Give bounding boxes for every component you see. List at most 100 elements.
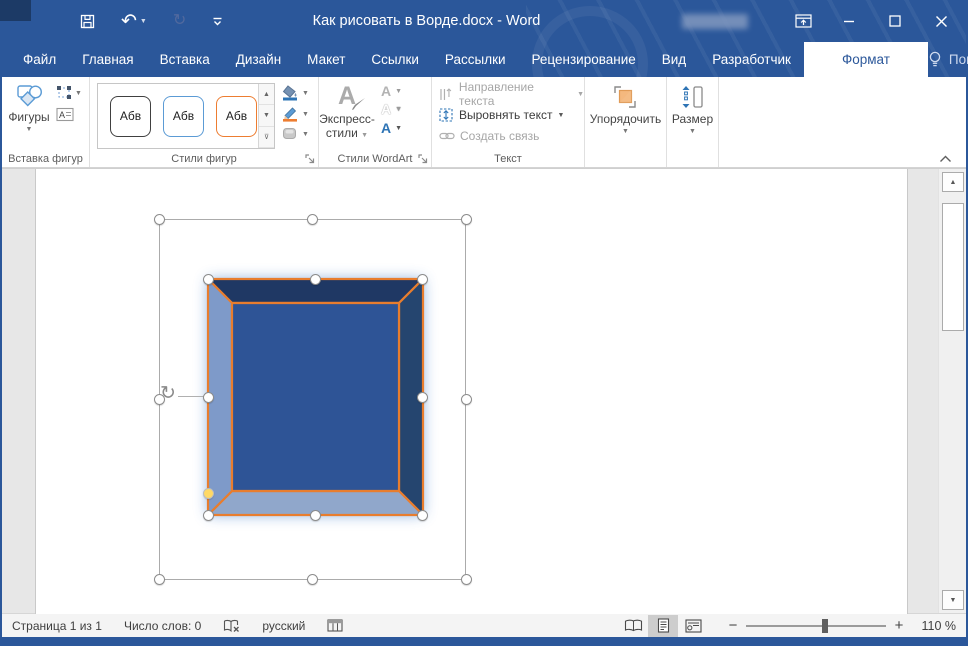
minimize-button[interactable]	[832, 0, 866, 42]
text-outline-button[interactable]: А ▼	[381, 101, 402, 117]
scroll-down-button[interactable]: ▼	[942, 590, 964, 610]
arrange-button[interactable]: Упорядочить ▼	[590, 82, 661, 135]
text-effects-button[interactable]: А ▼	[381, 120, 402, 136]
text-box-button[interactable]: A	[56, 107, 82, 122]
tab-references[interactable]: Ссылки	[358, 42, 432, 77]
read-mode-button[interactable]	[618, 615, 648, 637]
scrollbar-thumb[interactable]	[942, 203, 964, 331]
tab-review[interactable]: Рецензирование	[519, 42, 649, 77]
proofing-status[interactable]	[223, 619, 240, 633]
undo-button[interactable]: ↶ ▼	[121, 12, 147, 31]
maximize-button[interactable]	[878, 0, 912, 42]
shape-style-preset-3[interactable]: Абв	[216, 95, 257, 137]
zoom-slider-track[interactable]	[746, 624, 886, 627]
outer-resize-handle-7[interactable]	[306, 573, 318, 585]
shape-resize-handle-1[interactable]	[202, 273, 214, 285]
scroll-up-button[interactable]: ▲	[942, 172, 964, 192]
group-label-insert-shapes: Вставка фигур	[8, 153, 83, 165]
shape-adjust-handle[interactable]	[202, 487, 214, 499]
gallery-down-button[interactable]: ▼	[259, 105, 274, 127]
shape-resize-handle-3[interactable]	[416, 273, 428, 285]
create-link-button[interactable]: Создать связь	[432, 125, 584, 146]
bevel-shape[interactable]	[183, 254, 448, 540]
outer-resize-handle-6[interactable]	[153, 573, 165, 585]
shape-style-preset-2[interactable]: Абв	[163, 95, 204, 137]
tab-view[interactable]: Вид	[649, 42, 699, 77]
tab-insert[interactable]: Вставка	[147, 42, 223, 77]
minimize-icon	[844, 20, 854, 23]
save-button[interactable]	[80, 14, 95, 29]
size-button[interactable]: Размер ▼	[672, 82, 713, 135]
tell-me-button[interactable]: Помощн	[928, 51, 968, 68]
text-fill-icon: А	[381, 83, 392, 99]
shape-resize-handle-4[interactable]	[202, 391, 214, 403]
outer-resize-handle-1[interactable]	[153, 213, 165, 225]
tab-design[interactable]: Дизайн	[223, 42, 294, 77]
shape-resize-handle-2[interactable]	[309, 273, 321, 285]
tab-format[interactable]: Формат	[803, 42, 928, 77]
language-indicator[interactable]: русский	[262, 619, 305, 633]
group-label-shape-styles: Стили фигур	[171, 153, 237, 165]
ribbon-tab-row: Файл Главная Вставка Дизайн Макет Ссылки Рассы…	[2, 42, 968, 77]
shape-effects-button[interactable]: ▼	[282, 127, 309, 141]
zoom-slider-thumb[interactable]	[822, 618, 828, 633]
quick-styles-button[interactable]: А Экспресс- стили ▼	[319, 82, 375, 141]
ribbon-display-options-button[interactable]	[786, 0, 820, 42]
text-direction-button[interactable]: Направление текста ▼	[432, 80, 584, 108]
group-shape-styles: Абв Абв Абв ▲ ▼ ⊽ ▼ ▼ ▼ Стили фигур	[90, 77, 319, 167]
shape-style-preset-1[interactable]: Абв	[110, 95, 151, 137]
shape-resize-handle-7[interactable]	[309, 509, 321, 521]
zoom-slider[interactable]	[746, 618, 886, 634]
zoom-out-button[interactable]: −	[724, 617, 742, 634]
shape-resize-handle-5[interactable]	[416, 391, 428, 403]
outer-resize-handle-5[interactable]	[460, 393, 472, 405]
undo-icon: ↶	[121, 10, 137, 32]
arrange-icon	[614, 86, 637, 108]
shape-outline-button[interactable]: ▼	[282, 106, 309, 122]
wordart-dialog-launcher[interactable]	[418, 154, 428, 164]
outer-resize-handle-3[interactable]	[460, 213, 472, 225]
align-text-button[interactable]: Выровнять текст ▼	[432, 104, 584, 125]
zoom-in-button[interactable]: +	[890, 617, 908, 634]
arrange-label: Упорядочить	[589, 112, 662, 126]
macro-button[interactable]	[327, 619, 343, 632]
quick-styles-dropdown-icon: ▼	[361, 131, 369, 139]
zoom-level[interactable]: 110 %	[908, 619, 956, 633]
gallery-more-button[interactable]: ⊽	[259, 126, 274, 148]
edit-shape-button[interactable]: ▼	[56, 85, 82, 101]
vertical-scrollbar[interactable]: ▲ ▼	[938, 169, 966, 613]
outer-resize-handle-2[interactable]	[306, 213, 318, 225]
statusbar-right: − + 110 %	[618, 614, 956, 637]
shape-fill-button[interactable]: ▼	[282, 85, 309, 101]
titlebar-controls	[682, 0, 958, 42]
shape-resize-handle-8[interactable]	[416, 509, 428, 521]
shapes-icon	[16, 85, 42, 107]
print-layout-button[interactable]	[648, 614, 678, 637]
gallery-up-button[interactable]: ▲	[259, 84, 274, 106]
outer-resize-handle-8[interactable]	[460, 573, 472, 585]
tab-mailings[interactable]: Рассылки	[432, 42, 519, 77]
shape-styles-dialog-launcher[interactable]	[305, 154, 315, 164]
shape-fill-icon	[282, 85, 297, 101]
collapse-ribbon-button[interactable]	[939, 155, 952, 163]
size-dropdown-icon: ▼	[689, 128, 696, 135]
word-count[interactable]: Число слов: 0	[124, 619, 201, 633]
page-indicator[interactable]: Страница 1 из 1	[12, 619, 102, 633]
create-link-label: Создать связь	[460, 129, 540, 143]
tab-file[interactable]: Файл	[10, 42, 69, 77]
outer-resize-handle-4[interactable]	[153, 393, 165, 405]
close-button[interactable]	[924, 0, 958, 42]
shape-outline-icon	[283, 107, 297, 122]
shapes-button[interactable]: Фигуры ▼	[2, 82, 56, 133]
text-fill-button[interactable]: А ▼	[381, 83, 403, 99]
undo-dropdown-icon[interactable]: ▼	[140, 18, 147, 25]
tab-home[interactable]: Главная	[69, 42, 146, 77]
text-direction-icon	[440, 87, 452, 100]
text-direction-dropdown-icon: ▼	[577, 90, 584, 98]
tab-developer[interactable]: Разработчик	[699, 42, 804, 77]
size-label: Размер	[671, 112, 714, 126]
web-layout-button[interactable]	[678, 615, 708, 637]
tab-layout[interactable]: Макет	[294, 42, 358, 77]
text-fill-dropdown-icon: ▼	[395, 87, 403, 95]
shape-resize-handle-6[interactable]	[202, 509, 214, 521]
